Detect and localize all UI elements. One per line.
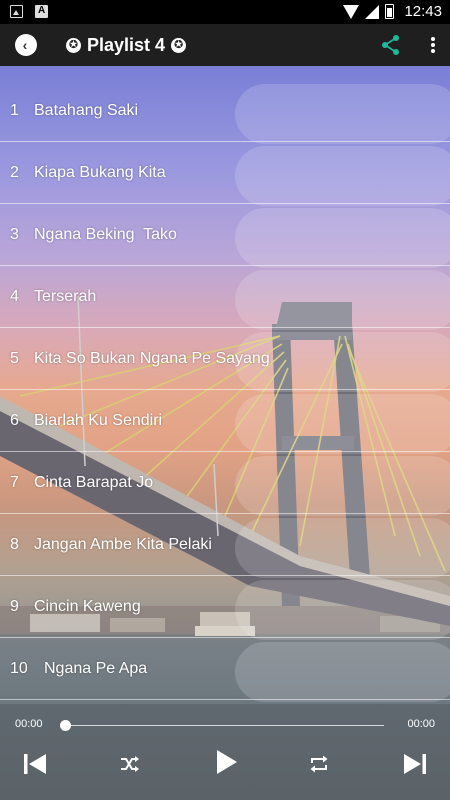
track-number: 5 bbox=[10, 350, 19, 367]
track-number: 9 bbox=[10, 598, 19, 615]
track-title: Cinta Barapat Jo bbox=[34, 474, 154, 491]
track-number: 4 bbox=[10, 288, 19, 305]
track-item[interactable]: 4 Terserah bbox=[0, 266, 450, 330]
total-time: 00:00 bbox=[407, 718, 435, 730]
track-item[interactable]: 2 Kiapa Bukang Kita bbox=[0, 142, 450, 206]
repeat-button[interactable] bbox=[309, 754, 329, 774]
track-title: Biarlah Ku Sendiri bbox=[34, 412, 163, 429]
track-number: 6 bbox=[10, 412, 19, 429]
status-time: 12:43 bbox=[404, 3, 442, 20]
track-title: Cincin Kaweng bbox=[34, 598, 141, 615]
skip-previous-icon bbox=[24, 754, 46, 774]
seek-bar[interactable] bbox=[64, 725, 384, 726]
track-title: Kita So Bukan Ngana Pe Sayang bbox=[34, 350, 270, 367]
share-button[interactable] bbox=[380, 34, 402, 56]
track-item[interactable]: 5 Kita So Bukan Ngana Pe Sayang bbox=[0, 328, 450, 392]
track-title: Batahang Saki bbox=[34, 102, 139, 119]
track-title: Ngana Pe Apa bbox=[44, 660, 148, 677]
image-icon bbox=[10, 5, 23, 18]
shuffle-button[interactable] bbox=[119, 754, 139, 774]
play-button[interactable] bbox=[215, 748, 239, 776]
track-number: 8 bbox=[10, 536, 19, 553]
track-title: Kiapa Bukang Kita bbox=[34, 164, 166, 181]
chevron-left-icon: ‹ bbox=[22, 37, 28, 53]
back-button[interactable]: ‹ bbox=[15, 34, 37, 56]
status-bar: A 12:43 bbox=[0, 0, 450, 24]
more-options-button[interactable] bbox=[430, 37, 436, 53]
cellular-icon bbox=[365, 4, 380, 19]
track-title: Ngana Beking Tako bbox=[34, 226, 177, 243]
track-item[interactable]: 1 Batahang Saki bbox=[0, 80, 450, 144]
track-number: 10 bbox=[10, 660, 28, 677]
share-icon bbox=[382, 35, 399, 55]
track-item[interactable]: 3 Ngana Beking Tako bbox=[0, 204, 450, 268]
track-number: 2 bbox=[10, 164, 19, 181]
track-number: 3 bbox=[10, 226, 19, 243]
wifi-icon bbox=[343, 4, 360, 19]
more-vert-icon bbox=[431, 37, 435, 41]
track-item[interactable]: 7 Cinta Barapat Jo bbox=[0, 452, 450, 516]
track-number: 1 bbox=[10, 102, 19, 119]
track-item[interactable]: 9 Cincin Kaweng bbox=[0, 576, 450, 640]
page-title: Playlist 4 bbox=[87, 35, 166, 55]
seek-thumb[interactable] bbox=[60, 720, 71, 731]
shuffle-icon bbox=[121, 756, 139, 772]
battery-icon bbox=[385, 4, 395, 19]
track-title: Terserah bbox=[34, 288, 97, 305]
title-group: ✪ Playlist 4 ✪ bbox=[66, 35, 187, 56]
app-a-icon: A bbox=[35, 5, 48, 18]
star-badge-icon: ✪ bbox=[171, 38, 187, 53]
star-badge-icon: ✪ bbox=[66, 38, 81, 53]
app-bar: ‹ ✪ Playlist 4 ✪ bbox=[0, 24, 450, 66]
skip-next-icon bbox=[404, 754, 426, 774]
track-item[interactable]: 6 Biarlah Ku Sendiri bbox=[0, 390, 450, 454]
repeat-icon bbox=[310, 755, 328, 773]
previous-button[interactable] bbox=[22, 752, 48, 776]
track-title: Jangan Ambe Kita Pelaki bbox=[34, 536, 212, 553]
next-button[interactable] bbox=[402, 752, 428, 776]
track-number: 7 bbox=[10, 474, 19, 491]
player-bar: 00:00 00:00 bbox=[0, 704, 450, 800]
current-time: 00:00 bbox=[15, 718, 43, 730]
play-icon bbox=[217, 750, 237, 774]
playlist: 1 Batahang Saki 2 Kiapa Bukang Kita 3 Ng… bbox=[0, 80, 450, 702]
track-item[interactable]: 10 Ngana Pe Apa bbox=[0, 638, 450, 702]
track-item[interactable]: 8 Jangan Ambe Kita Pelaki bbox=[0, 514, 450, 578]
